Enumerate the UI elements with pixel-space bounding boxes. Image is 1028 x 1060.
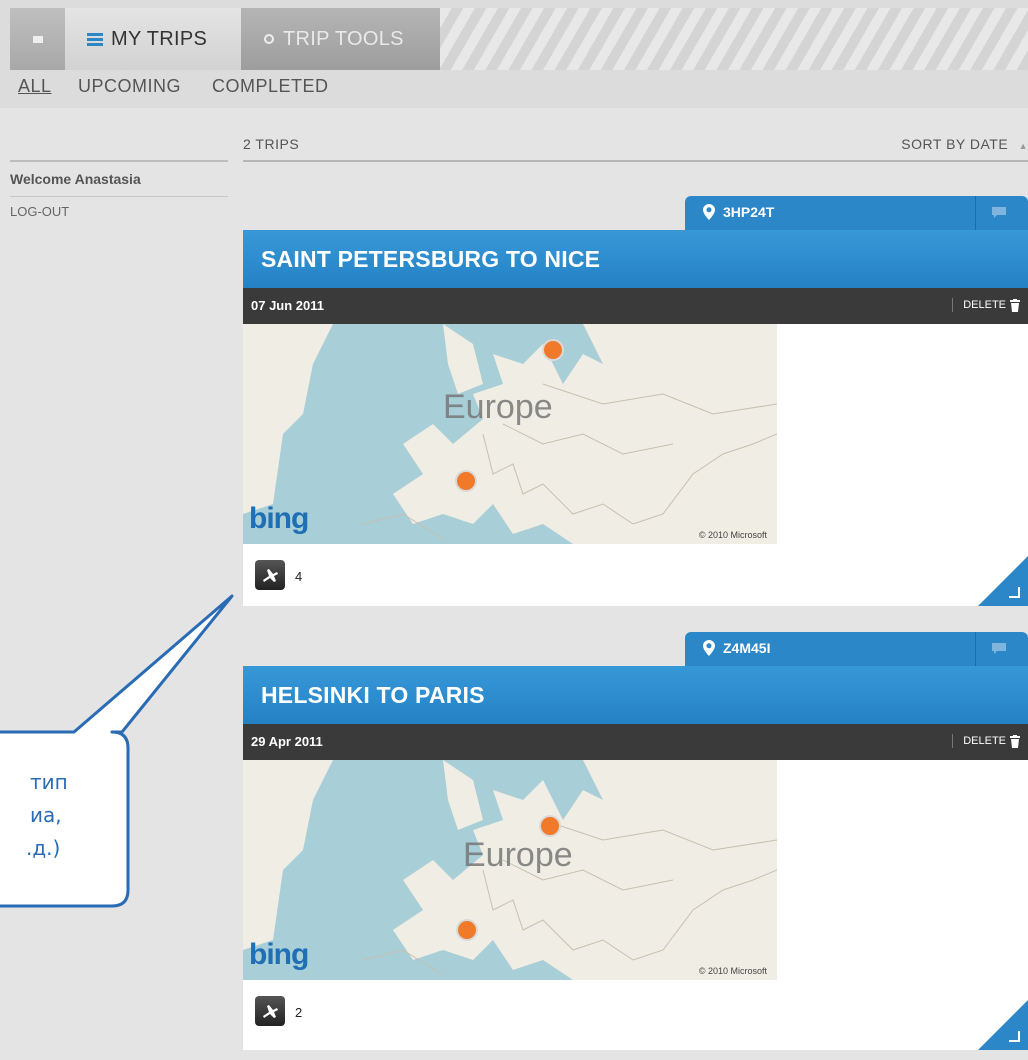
expand-corner-button[interactable]: [978, 1000, 1028, 1050]
subtab-upcoming[interactable]: UPCOMING: [78, 76, 181, 97]
trip-code[interactable]: 3HP24T: [703, 204, 774, 220]
location-pin-icon: [703, 640, 715, 656]
trip-code-label: Z4M45I: [723, 640, 771, 656]
divider: [243, 160, 1028, 162]
sort-arrow-icon: ▲: [1018, 141, 1028, 151]
callout-line: .д.): [26, 836, 61, 860]
trip-card: 3HP24T SAINT PETERSBURG TO NICE 07 Jun 2…: [243, 196, 1028, 606]
sub-navigation: ALL UPCOMING COMPLETED: [0, 70, 1028, 108]
airplane-icon: [255, 560, 285, 590]
trip-title-bar[interactable]: HELSINKI TO PARIS: [243, 666, 1028, 724]
comment-icon[interactable]: [991, 206, 1007, 224]
trip-title-bar[interactable]: SAINT PETERSBURG TO NICE: [243, 230, 1028, 288]
delete-button[interactable]: DELETE: [952, 298, 1020, 312]
list-icon: [87, 32, 103, 46]
trip-date-bar: 07 Jun 2011 DELETE: [243, 288, 1028, 324]
pin-marker[interactable]: [455, 470, 477, 492]
trip-title: SAINT PETERSBURG TO NICE: [261, 246, 601, 272]
sort-label: SORT BY DATE: [901, 136, 1009, 152]
map-copyright: © 2010 Microsoft: [698, 966, 767, 976]
trip-card: Z4M45I HELSINKI TO PARIS 29 Apr 2011 DEL…: [243, 632, 1028, 1050]
tab-trip-tools[interactable]: TRIP TOOLS: [241, 8, 440, 70]
trip-map[interactable]: Europe bing © 2010 Microsoft: [243, 760, 777, 980]
tab-my-trips[interactable]: MY TRIPS: [65, 8, 241, 70]
expand-corner-button[interactable]: [978, 556, 1028, 606]
location-pin-icon: [703, 204, 715, 220]
list-header: 2 TRIPS SORT BY DATE ▲: [243, 136, 1028, 164]
trash-icon: [1010, 298, 1020, 312]
trash-icon: [1010, 734, 1020, 748]
divider: [10, 160, 228, 162]
trip-card-body: Europe bing © 2010 Microsoft 4: [243, 324, 1028, 606]
trip-code[interactable]: Z4M45I: [703, 640, 770, 656]
divider: [975, 196, 976, 230]
flight-count: 4: [295, 569, 303, 584]
trip-code-tab: 3HP24T: [685, 196, 1028, 230]
bing-logo: bing: [249, 502, 309, 535]
comment-icon[interactable]: [991, 642, 1007, 660]
delete-label: DELETE: [963, 735, 1006, 747]
pin-marker[interactable]: [539, 815, 561, 837]
callout-bubble: [0, 594, 234, 908]
delete-button[interactable]: DELETE: [952, 734, 1020, 748]
map-copyright: © 2010 Microsoft: [698, 530, 767, 540]
map-region-label: Europe: [443, 388, 553, 426]
resize-icon: [1009, 587, 1020, 598]
subtab-completed[interactable]: COMPLETED: [212, 76, 329, 97]
divider: [10, 196, 228, 197]
trip-title: HELSINKI TO PARIS: [261, 682, 485, 708]
trip-date-bar: 29 Apr 2011 DELETE: [243, 724, 1028, 760]
home-icon: [32, 35, 43, 43]
divider: [975, 632, 976, 666]
trip-code-label: 3HP24T: [723, 204, 775, 220]
logout-link[interactable]: LOG-OUT: [10, 204, 69, 219]
trip-count: 2 TRIPS: [243, 136, 300, 152]
sort-by-date-button[interactable]: SORT BY DATE ▲: [901, 136, 1028, 152]
trip-date: 29 Apr 2011: [251, 734, 323, 749]
pin-marker[interactable]: [456, 919, 478, 941]
resize-icon: [1009, 1031, 1020, 1042]
bing-logo: bing: [249, 938, 309, 971]
gear-icon: [263, 33, 275, 45]
tab-my-trips-label: MY TRIPS: [111, 27, 208, 50]
map-region-label: Europe: [463, 836, 573, 874]
delete-label: DELETE: [963, 299, 1006, 311]
trip-card-body: Europe bing © 2010 Microsoft 2: [243, 760, 1028, 1050]
pin-marker[interactable]: [542, 339, 564, 361]
trip-map[interactable]: Europe bing © 2010 Microsoft: [243, 324, 777, 544]
welcome-text: Welcome Anastasia: [10, 171, 141, 187]
flight-count: 2: [295, 1005, 303, 1020]
map-image: [243, 324, 777, 544]
airplane-icon: [255, 996, 285, 1026]
subtab-all[interactable]: ALL: [18, 76, 52, 97]
divider: [952, 734, 954, 748]
trip-date: 07 Jun 2011: [251, 298, 324, 313]
trip-code-tab: Z4M45I: [685, 632, 1028, 666]
tab-trip-tools-label: TRIP TOOLS: [283, 27, 404, 50]
divider: [952, 298, 954, 312]
tab-home[interactable]: [10, 8, 65, 70]
callout-line: тип: [30, 770, 68, 794]
callout-line: иа,: [30, 803, 62, 827]
